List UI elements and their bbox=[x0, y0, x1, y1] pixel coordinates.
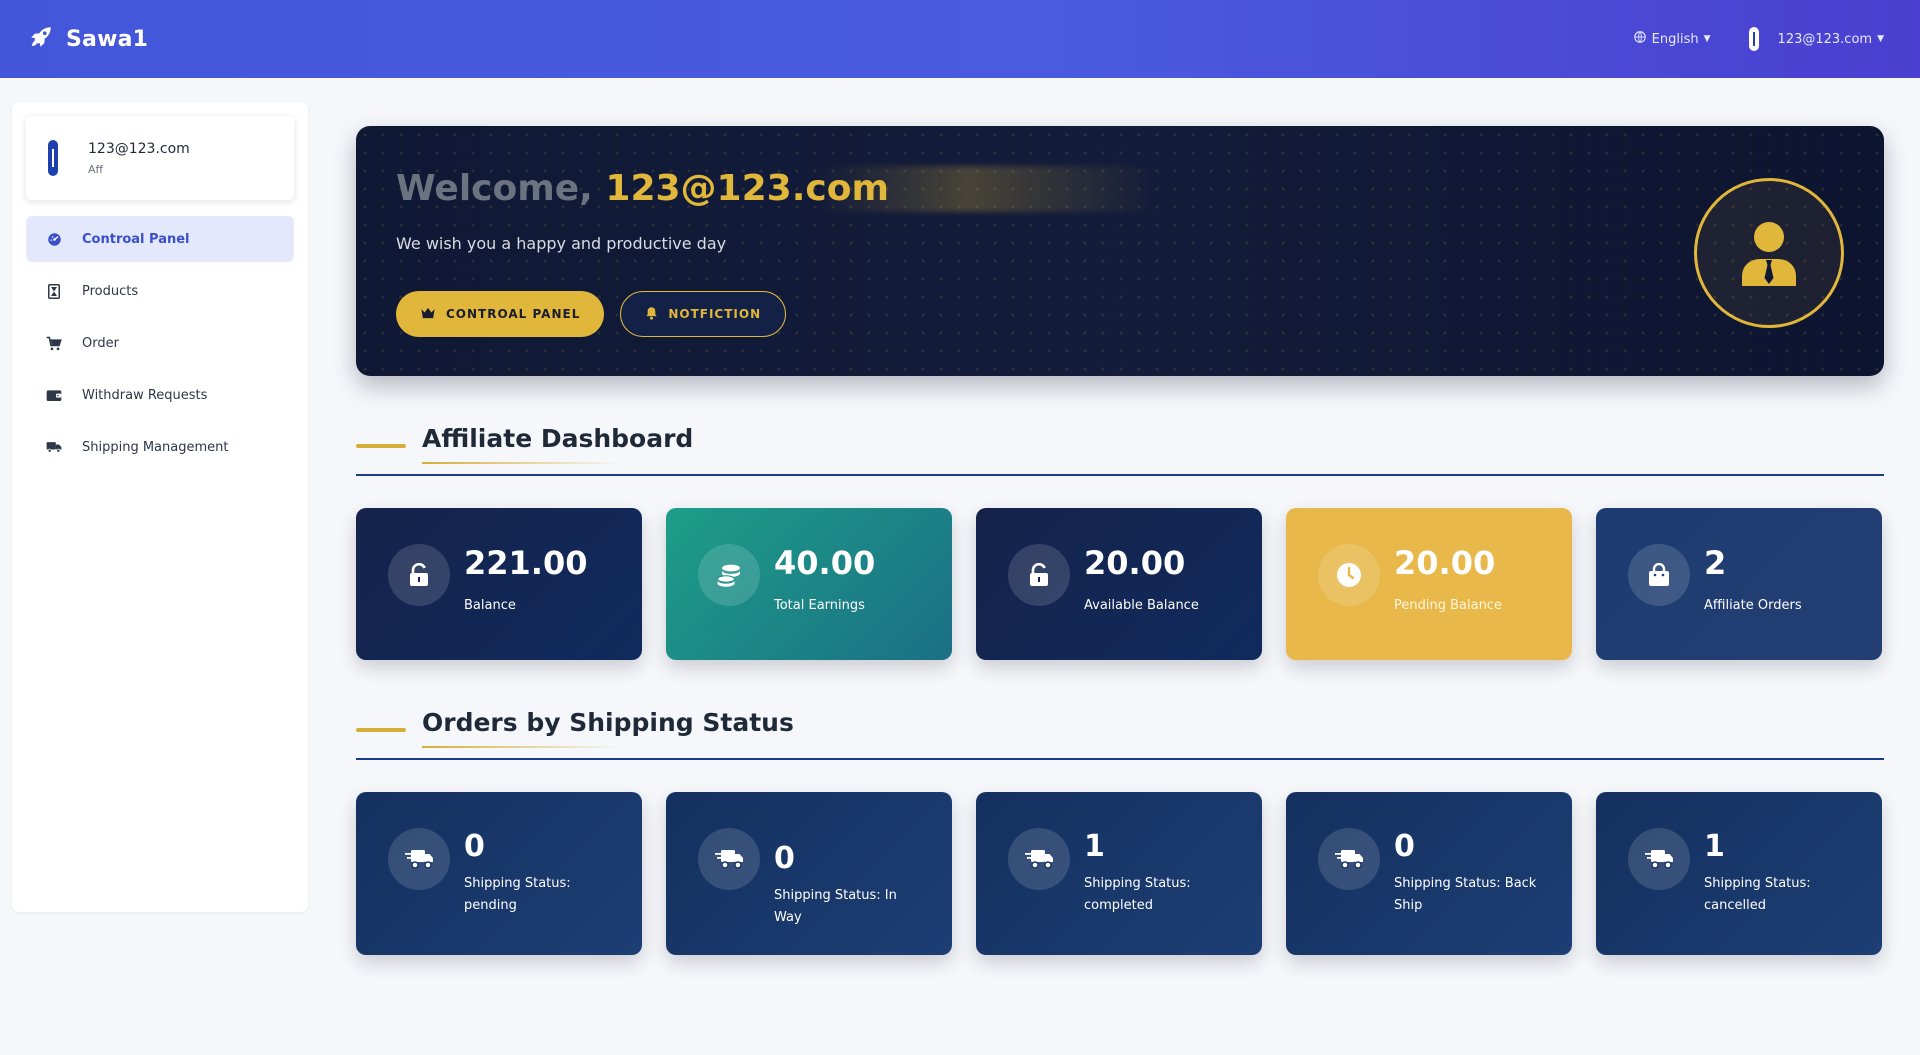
welcome-user: 123@123.com bbox=[605, 168, 889, 209]
welcome-title: Welcome, 123@123.com bbox=[396, 168, 889, 209]
top-navbar: Sawa1 English ▼ 123@123.com ▼ bbox=[0, 0, 1920, 78]
wallet-icon bbox=[46, 387, 62, 403]
sidebar-item-products[interactable]: Products bbox=[26, 268, 294, 314]
controal-panel-button-label: CONTROAL PANEL bbox=[446, 307, 581, 321]
section-divider bbox=[356, 474, 1884, 476]
language-selector[interactable]: English ▼ bbox=[1633, 30, 1711, 48]
pending-balance-card[interactable]: 20.00 Pending Balance bbox=[1286, 508, 1572, 660]
sidebar-item-controal-panel[interactable]: Controal Panel bbox=[26, 216, 294, 262]
sidebar-item-label: Order bbox=[82, 335, 119, 351]
sidebar-item-label: Withdraw Requests bbox=[82, 387, 208, 403]
profile-email: 123@123.com bbox=[88, 140, 190, 157]
stat-value: 0 bbox=[1394, 829, 1415, 864]
stat-value: 0 bbox=[774, 841, 795, 876]
affiliate-stats: 221.00 Balance 40.00 Total Earnings 20.0… bbox=[356, 508, 1884, 660]
stat-value: 20.00 bbox=[1084, 544, 1186, 582]
section-divider bbox=[356, 758, 1884, 760]
sidebar-item-label: Shipping Management bbox=[82, 439, 229, 455]
section-title: Affiliate Dashboard bbox=[422, 424, 694, 453]
shipping-fast-icon bbox=[698, 828, 760, 890]
clock-icon bbox=[1318, 544, 1380, 606]
sidebar-item-shipping-management[interactable]: Shipping Management bbox=[26, 424, 294, 470]
shopping-bag-icon bbox=[1628, 544, 1690, 606]
section-accent bbox=[356, 728, 406, 732]
affiliate-orders-card[interactable]: 2 Affiliate Orders bbox=[1596, 508, 1882, 660]
controal-panel-button[interactable]: CONTROAL PANEL bbox=[396, 291, 605, 337]
stat-value: 1 bbox=[1084, 829, 1105, 864]
bell-icon bbox=[645, 306, 658, 323]
sidebar-item-label: Products bbox=[82, 283, 139, 299]
stat-value: 40.00 bbox=[774, 544, 876, 582]
stat-label: Shipping Status: pending bbox=[464, 876, 571, 913]
welcome-text: Welcome, bbox=[396, 168, 593, 209]
dashboard-icon bbox=[46, 231, 62, 247]
sidebar-item-order[interactable]: Order bbox=[26, 320, 294, 366]
unlock-icon bbox=[388, 544, 450, 606]
profile-role: Aff bbox=[88, 162, 104, 176]
brand-name: Sawa1 bbox=[66, 26, 149, 52]
sidebar-item-withdraw-requests[interactable]: Withdraw Requests bbox=[26, 372, 294, 418]
profile-card[interactable]: 123@123.com Aff bbox=[26, 116, 294, 200]
title-underline bbox=[422, 746, 622, 748]
stat-label: Shipping Status: cancelled bbox=[1704, 876, 1811, 913]
shipping-pending-card[interactable]: 0 Shipping Status: pending bbox=[356, 792, 642, 955]
user-menu-email: 123@123.com bbox=[1777, 31, 1873, 47]
section-title: Orders by Shipping Status bbox=[422, 708, 794, 737]
user-tie-icon bbox=[1694, 178, 1844, 328]
truck-icon bbox=[46, 439, 62, 455]
unlock-icon bbox=[1008, 544, 1070, 606]
notfiction-button[interactable]: NOTFICTION bbox=[620, 291, 787, 337]
shipping-in-way-card[interactable]: 0 Shipping Status: In Way bbox=[666, 792, 952, 955]
crown-icon bbox=[420, 306, 436, 322]
welcome-banner: Welcome, 123@123.com We wish you a happy… bbox=[356, 126, 1884, 376]
sidebar: 123@123.com Aff Controal Panel Products … bbox=[12, 102, 308, 912]
shipping-back-ship-card[interactable]: 0 Shipping Status: Back Ship bbox=[1286, 792, 1572, 955]
hourglass-icon bbox=[46, 283, 62, 299]
globe-icon bbox=[1633, 30, 1647, 48]
stat-label: Shipping Status: completed bbox=[1084, 876, 1191, 913]
balance-card[interactable]: 221.00 Balance bbox=[356, 508, 642, 660]
title-underline bbox=[422, 462, 622, 464]
shipping-status-header: Orders by Shipping Status bbox=[356, 708, 1884, 768]
affiliate-dashboard-header: Affiliate Dashboard bbox=[356, 424, 1884, 484]
stat-value: 0 bbox=[464, 829, 485, 864]
total-earnings-card[interactable]: 40.00 Total Earnings bbox=[666, 508, 952, 660]
avatar bbox=[1748, 27, 1759, 51]
stat-label: Available Balance bbox=[1084, 598, 1199, 614]
user-menu[interactable]: 123@123.com ▼ bbox=[1748, 27, 1884, 51]
available-balance-card[interactable]: 20.00 Available Balance bbox=[976, 508, 1262, 660]
stat-value: 20.00 bbox=[1394, 544, 1496, 582]
shipping-completed-card[interactable]: 1 Shipping Status: completed bbox=[976, 792, 1262, 955]
chevron-down-icon: ▼ bbox=[1877, 34, 1884, 44]
stat-value: 2 bbox=[1704, 544, 1727, 582]
main-content: Welcome, 123@123.com We wish you a happy… bbox=[356, 126, 1884, 955]
shipping-fast-icon bbox=[1008, 828, 1070, 890]
stat-label: Affiliate Orders bbox=[1704, 598, 1802, 614]
stat-label: Total Earnings bbox=[774, 598, 865, 614]
notfiction-button-label: NOTFICTION bbox=[668, 307, 762, 321]
welcome-subtitle: We wish you a happy and productive day bbox=[396, 234, 727, 253]
sidebar-item-label: Controal Panel bbox=[82, 231, 190, 247]
stat-label: Shipping Status: Back Ship bbox=[1394, 876, 1537, 913]
avatar bbox=[48, 140, 58, 176]
section-accent bbox=[356, 444, 406, 448]
stat-label: Shipping Status: In Way bbox=[774, 888, 897, 925]
stat-label: Balance bbox=[464, 598, 516, 614]
shipping-fast-icon bbox=[1318, 828, 1380, 890]
stat-value: 221.00 bbox=[464, 544, 588, 582]
chevron-down-icon: ▼ bbox=[1703, 34, 1711, 44]
shipping-stats: 0 Shipping Status: pending 0 Shipping St… bbox=[356, 792, 1884, 955]
shipping-fast-icon bbox=[388, 828, 450, 890]
rocket-icon bbox=[28, 24, 54, 54]
brand[interactable]: Sawa1 bbox=[28, 24, 148, 54]
sidebar-nav: Controal Panel Products Order Withdraw R… bbox=[26, 216, 294, 470]
stat-value: 1 bbox=[1704, 829, 1725, 864]
stat-label: Pending Balance bbox=[1394, 598, 1502, 614]
language-label: English bbox=[1651, 31, 1699, 47]
shipping-fast-icon bbox=[1628, 828, 1690, 890]
shipping-cancelled-card[interactable]: 1 Shipping Status: cancelled bbox=[1596, 792, 1882, 955]
cart-icon bbox=[46, 335, 62, 351]
coins-icon bbox=[698, 544, 760, 606]
